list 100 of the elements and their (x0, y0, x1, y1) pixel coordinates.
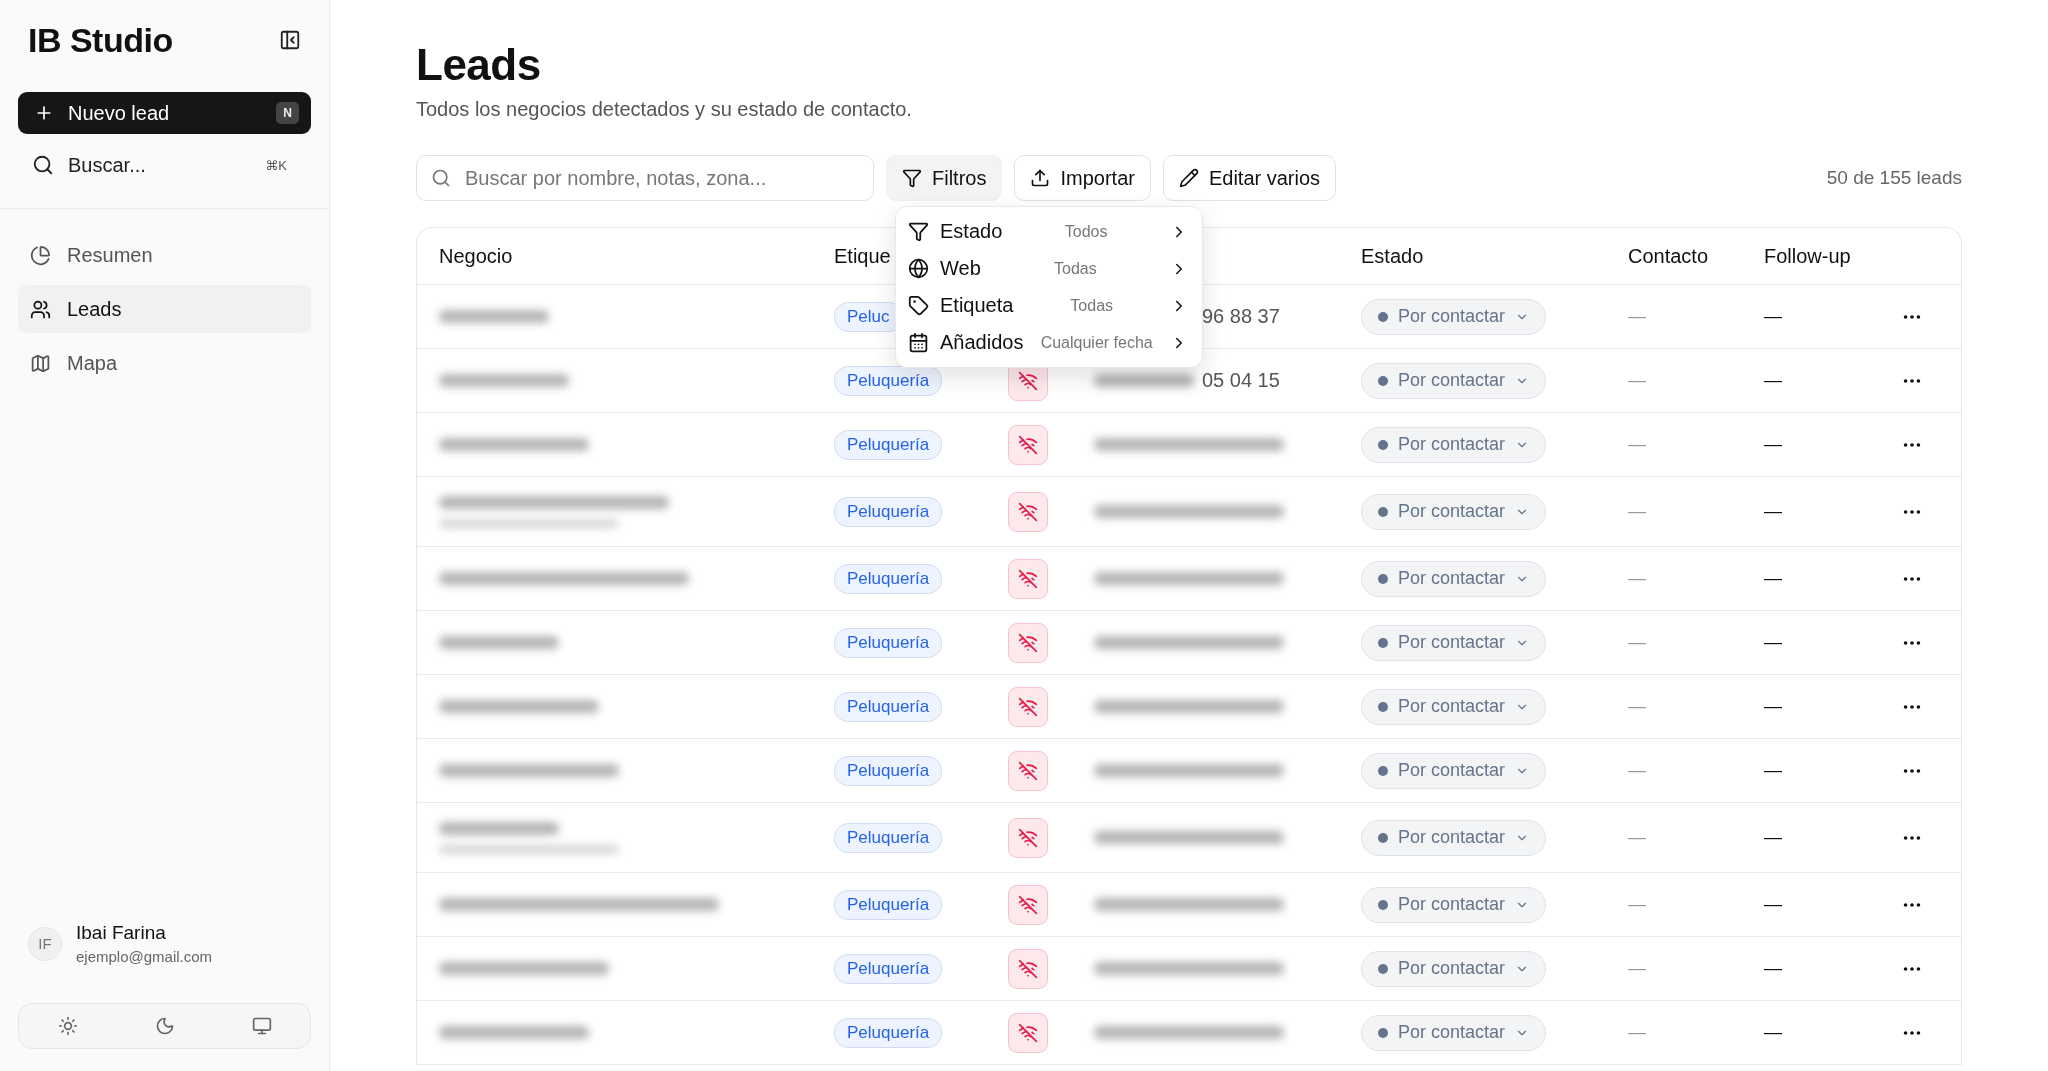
status-dropdown[interactable]: Por contactar (1361, 362, 1547, 399)
status-dot (1378, 701, 1388, 712)
status-dot (1378, 963, 1388, 974)
filter-value: Cualquier fecha (1039, 333, 1154, 352)
map-icon (30, 352, 51, 374)
upload-icon (1030, 168, 1051, 188)
no-website-icon (1008, 491, 1048, 532)
status-dropdown[interactable]: Por contactar (1361, 560, 1547, 597)
no-website-icon (1008, 622, 1048, 663)
filter-icon (908, 221, 929, 242)
column-header: Negocio (439, 244, 513, 268)
user-name: Ibai Farina (76, 922, 167, 944)
search-box[interactable]: Buscar por nombre, notas, zona... (416, 155, 874, 201)
contact-cell-text: — (1628, 760, 1647, 781)
status-dropdown[interactable]: Por contactar (1361, 688, 1547, 725)
import-button[interactable]: Importar (1014, 155, 1151, 201)
tag-pill: Peluquería (834, 953, 943, 984)
no-website-icon (1008, 558, 1048, 599)
status-dropdown[interactable]: Por contactar (1361, 493, 1547, 530)
followup-cell-text: — (1764, 306, 1783, 327)
contact-cell-text: — (1628, 501, 1647, 522)
contact-cell-text: — (1628, 958, 1647, 979)
phone-number: 96 88 37 (1202, 305, 1280, 328)
filter-value: Todas (1069, 296, 1115, 315)
tag-pill: Peluquería (834, 429, 943, 460)
contact-cell-text: — (1628, 306, 1647, 327)
filter-menu-item[interactable]: Web Todas (908, 250, 1190, 287)
followup-cell-text: — (1764, 370, 1783, 391)
phone-number: 05 04 15 (1202, 369, 1280, 392)
new-lead-button[interactable]: Nuevo lead N (18, 92, 311, 134)
contact-cell-text: — (1628, 696, 1647, 717)
status-dot (1378, 573, 1388, 584)
tag-pill: Peluquería (834, 627, 943, 658)
tag-pill: Peluquería (834, 691, 943, 722)
sidebar-item[interactable]: Mapa (18, 339, 311, 387)
followup-cell-text: — (1764, 434, 1783, 455)
followup-cell-text: — (1764, 568, 1783, 589)
calendar-icon (908, 332, 929, 353)
moon-icon[interactable] (154, 1016, 175, 1036)
followup-cell-text: — (1764, 894, 1783, 915)
search-button[interactable]: Buscar... ⌘K (18, 144, 311, 186)
followup-cell-text: — (1764, 827, 1783, 848)
contact-cell-text: — (1628, 894, 1647, 915)
filter-value: Todos (1063, 222, 1109, 241)
status-dot (1378, 439, 1388, 450)
pie-chart-icon (30, 244, 51, 266)
status-dot (1378, 1027, 1388, 1038)
status-dropdown[interactable]: Por contactar (1361, 426, 1547, 463)
followup-cell-text: — (1764, 760, 1783, 781)
status-dropdown[interactable]: Por contactar (1361, 819, 1547, 856)
sun-icon[interactable] (57, 1016, 78, 1036)
status-dropdown[interactable]: Por contactar (1361, 624, 1547, 661)
tag-pill: Peluquería (834, 496, 943, 527)
search-icon (431, 168, 451, 188)
no-website-icon (1008, 424, 1048, 465)
followup-cell-text: — (1764, 958, 1783, 979)
no-website-icon (1008, 1012, 1048, 1053)
tag-icon (908, 295, 929, 316)
column-header: Contacto (1628, 244, 1709, 268)
column-header: Follow-up (1764, 244, 1851, 268)
filter-menu-item[interactable]: Estado Todos (908, 213, 1190, 250)
tag-pill: Peluquería (834, 755, 943, 786)
edit-multiple-button[interactable]: Editar varios (1162, 155, 1337, 201)
status-dropdown[interactable]: Por contactar (1361, 298, 1547, 335)
tag-pill: Peluquería (834, 822, 943, 853)
filters-button[interactable]: Filtros (886, 155, 1003, 201)
status-dot (1378, 899, 1388, 910)
sidebar-item[interactable]: Resumen (18, 231, 311, 279)
sidebar-item[interactable]: Leads (18, 285, 311, 333)
column-header: Estado (1361, 244, 1424, 268)
collapse-sidebar-icon[interactable] (279, 29, 301, 51)
status-dot (1378, 311, 1388, 322)
filter-menu-item[interactable]: Añadidos Cualquier fecha (908, 324, 1190, 361)
status-dot (1378, 375, 1388, 386)
contact-cell-text: — (1628, 370, 1647, 391)
contact-cell-text: — (1628, 1022, 1647, 1043)
filter-value: Todas (1053, 259, 1098, 278)
status-dropdown[interactable]: Por contactar (1361, 1014, 1547, 1051)
no-website-icon (1008, 884, 1048, 925)
status-dot (1378, 832, 1388, 843)
tag-pill: Peluquería (834, 563, 943, 594)
followup-cell-text: — (1764, 632, 1783, 653)
tag-pill: Peluquería (834, 365, 943, 396)
status-dot (1378, 637, 1388, 648)
monitor-icon[interactable] (251, 1016, 272, 1036)
globe-icon (908, 258, 929, 279)
status-dot (1378, 506, 1388, 517)
no-website-icon (1008, 817, 1048, 858)
users-icon (30, 298, 51, 320)
followup-cell-text: — (1764, 501, 1783, 522)
status-dropdown[interactable]: Por contactar (1361, 886, 1547, 923)
filter-menu-item[interactable]: Etiqueta Todas (908, 287, 1190, 324)
app-logo: IB Studio (28, 20, 173, 60)
status-dropdown[interactable]: Por contactar (1361, 752, 1547, 789)
search-input[interactable]: Buscar por nombre, notas, zona... (463, 165, 859, 191)
search-icon (32, 154, 54, 176)
page-title: Leads (416, 40, 542, 90)
filter-icon (902, 168, 922, 188)
status-dropdown[interactable]: Por contactar (1361, 950, 1547, 987)
page-subtitle: Todos los negocios detectados y su estado de contacto. (416, 98, 913, 121)
